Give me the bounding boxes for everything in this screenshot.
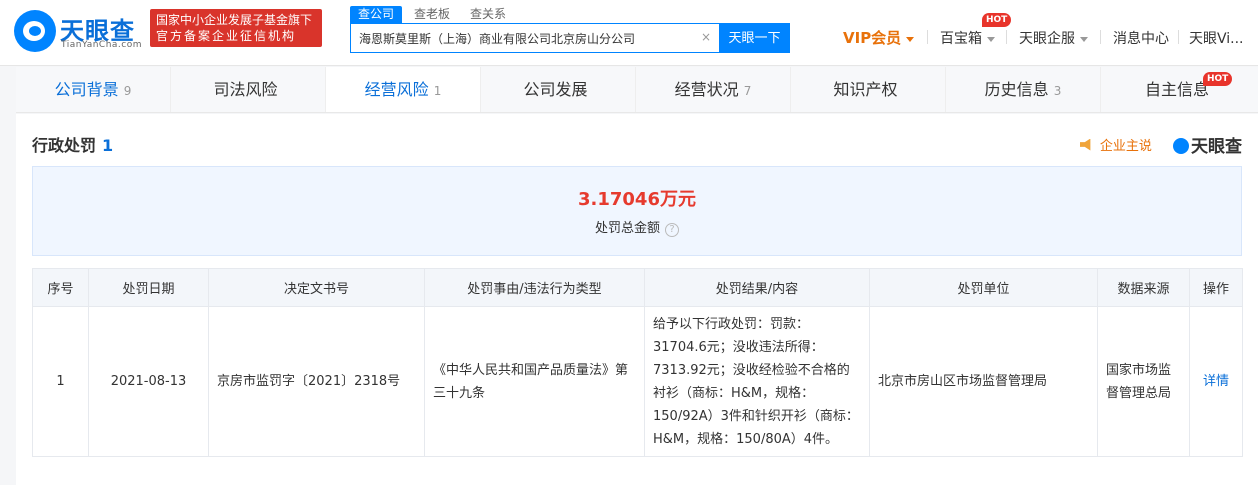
detail-link[interactable]: 详情 <box>1203 374 1229 389</box>
speaker-icon <box>1079 138 1091 151</box>
section-title: 行政处罚 1 <box>32 136 114 155</box>
section-count: 1 <box>102 136 114 155</box>
penalty-table: 序号 处罚日期 决定文书号 处罚事由/违法行为类型 处罚结果/内容 处罚单位 数… <box>32 268 1243 457</box>
help-icon[interactable]: ? <box>665 223 679 237</box>
penalty-summary: 3.17046万元 处罚总金额? <box>32 166 1242 256</box>
tab-intellectual-property[interactable]: 知识产权 <box>791 67 946 112</box>
divider <box>927 30 928 44</box>
tab-company-background[interactable]: 公司背景 9 <box>16 67 171 112</box>
search-tab-company[interactable]: 查公司 <box>350 6 403 23</box>
enterprise-label: 天眼企服 <box>1019 31 1075 47</box>
chevron-down-icon <box>906 36 915 42</box>
chevron-down-icon <box>987 36 995 42</box>
divider <box>1006 30 1007 44</box>
cell-unit: 北京市房山区市场监督管理局 <box>869 306 1098 457</box>
hot-badge: HOT <box>1203 72 1233 86</box>
search-box: × <box>350 23 720 53</box>
divider <box>1178 30 1179 44</box>
tab-operating-risk[interactable]: 经营风险 1 <box>326 67 481 112</box>
cell-date: 2021-08-13 <box>88 306 209 457</box>
tab-company-development[interactable]: 公司发展 <box>481 67 636 112</box>
treasure-label: 百宝箱 <box>940 31 982 47</box>
search-tab-relation[interactable]: 查关系 <box>470 6 506 23</box>
administrative-penalty-panel: 行政处罚 1 企业主说 天眼查 3.17046万元 处罚总金额? 序号 处罚日期 … <box>16 114 1258 485</box>
hot-badge: HOT <box>982 13 1012 27</box>
tab-history[interactable]: 历史信息 3 <box>946 67 1101 112</box>
enterprise-menu[interactable]: 天眼企服 <box>1019 28 1088 48</box>
table-header-row: 序号 处罚日期 决定文书号 处罚事由/违法行为类型 处罚结果/内容 处罚单位 数… <box>32 268 1243 307</box>
clear-icon[interactable]: × <box>701 30 711 44</box>
cell-source: 国家市场监督管理总局 <box>1097 306 1190 457</box>
table-row: 1 2021-08-13 京房市监罚字〔2021〕2318号 《中华人民共和国产… <box>32 306 1243 457</box>
search-input[interactable] <box>351 24 691 52</box>
header-reason: 处罚事由/违法行为类型 <box>424 268 645 307</box>
divider <box>1100 30 1101 44</box>
official-badge: 国家中小企业发展子基金旗下 官方备案企业征信机构 <box>150 9 322 47</box>
header-source: 数据来源 <box>1097 268 1190 307</box>
logo-eye-icon <box>14 10 56 52</box>
badge-line1: 国家中小企业发展子基金旗下 <box>156 13 313 27</box>
logo-subtext: TianYanCha.com <box>61 40 143 50</box>
cell-index: 1 <box>32 306 89 457</box>
header-doc-no: 决定文书号 <box>208 268 425 307</box>
badge-line2: 官方备案企业征信机构 <box>156 29 297 43</box>
site-logo[interactable]: 天眼查 TianYanCha.com <box>14 10 144 52</box>
search-tab-boss[interactable]: 查老板 <box>414 6 450 23</box>
tab-judicial-risk[interactable]: 司法风险 <box>171 67 326 112</box>
cell-result: 给予以下行政处罚：罚款：31704.6元；没收违法所得：7313.92元；没收经… <box>644 306 870 457</box>
brand-watermark: 天眼查 <box>1173 132 1242 157</box>
chevron-down-icon <box>1080 36 1088 42</box>
vip-menu[interactable]: VIP会员 <box>843 27 915 48</box>
enterprise-say-link[interactable]: 企业主说 <box>1079 134 1157 154</box>
search-button[interactable]: 天眼一下 <box>719 23 790 53</box>
tab-operating-status[interactable]: 经营状况 7 <box>636 67 791 112</box>
message-center-link[interactable]: 消息中心 <box>1113 28 1169 48</box>
cell-reason: 《中华人民共和国产品质量法》第三十九条 <box>424 306 645 457</box>
logo-eye-icon <box>1173 138 1189 154</box>
header-result: 处罚结果/内容 <box>644 268 870 307</box>
cell-action: 详情 <box>1189 306 1243 457</box>
header-unit: 处罚单位 <box>869 268 1098 307</box>
header-date: 处罚日期 <box>88 268 209 307</box>
vip-label: VIP会员 <box>843 29 902 47</box>
total-amount: 3.17046万元 <box>578 189 696 210</box>
total-amount-label: 处罚总金额? <box>33 217 1241 237</box>
header-index: 序号 <box>32 268 89 307</box>
tab-self-info[interactable]: 自主信息 <box>1101 67 1258 112</box>
user-menu[interactable]: 天眼Vi... <box>1189 28 1244 48</box>
dimension-tabs: 公司背景 9 司法风险 经营风险 1 公司发展 经营状况 7 知识产权 历史信息 3 自… <box>16 67 1258 113</box>
treasure-menu[interactable]: 百宝箱 <box>940 28 995 48</box>
section-tools: 企业主说 天眼查 <box>1079 132 1242 157</box>
cell-doc-no: 京房市监罚字〔2021〕2318号 <box>208 306 425 457</box>
top-bar: 天眼查 TianYanCha.com 国家中小企业发展子基金旗下 官方备案企业征… <box>0 0 1258 66</box>
header-action: 操作 <box>1189 268 1243 307</box>
